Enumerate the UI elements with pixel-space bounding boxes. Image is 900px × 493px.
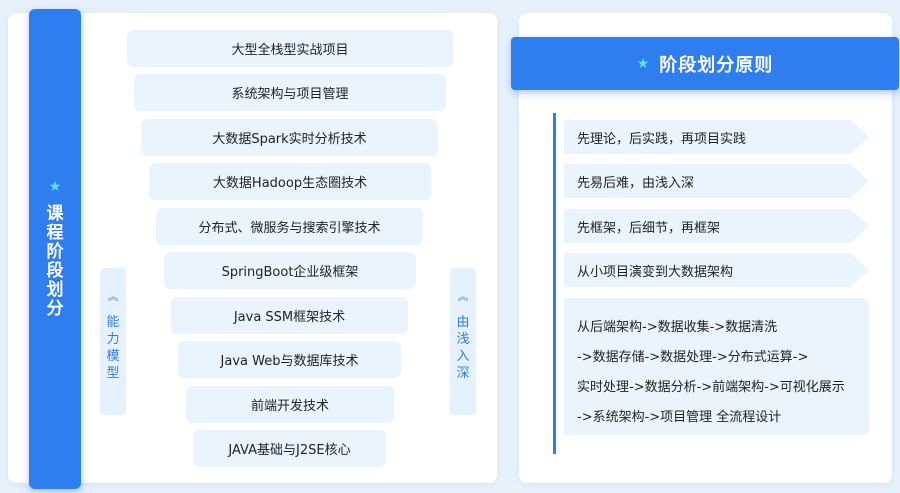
ability-model-tag: ︽ 能力模型 (100, 268, 126, 415)
pyramid-level: 大型全栈型实战项目 (127, 30, 453, 67)
pyramid-level: SpringBoot企业级框架 (164, 252, 416, 289)
chevron-up-icon: ︽ (457, 290, 469, 303)
pyramid-level: 大数据Spark实时分析技术 (141, 119, 438, 156)
pyramid-level: Java SSM框架技术 (171, 297, 408, 334)
principle-item: 先框架，后细节，再框架 (564, 209, 869, 243)
principles-header: ★ 阶段划分原则 (511, 37, 899, 90)
pyramid-level: Java Web与数据库技术 (178, 341, 401, 378)
star-icon: ★ (636, 55, 650, 72)
divider-line (553, 113, 556, 454)
pyramid-level: JAVA基础与J2SE核心 (193, 430, 386, 467)
summary-line: 从后端架构->数据收集->数据清洗 (577, 320, 778, 335)
star-icon: ★ (48, 179, 62, 195)
ability-model-label: 能力模型 (106, 315, 120, 381)
summary-line: ->系统架构->项目管理 全流程设计 (577, 410, 782, 425)
pyramid-level: 分布式、微服务与搜索引擎技术 (156, 208, 423, 245)
progression-tag: ︽ 由浅入深 (450, 268, 476, 415)
pyramid-level: 系统架构与项目管理 (134, 74, 446, 111)
course-stage-title: 课程阶段划分 (46, 204, 64, 319)
pyramid-level: 前端开发技术 (186, 386, 394, 423)
summary-line: 实时处理->数据分析->前端架构->可视化展示 (577, 380, 845, 395)
summary-line: ->数据存储->数据处理->分布式运算-> (577, 350, 809, 365)
principles-title: 阶段划分原则 (659, 54, 774, 76)
progression-label: 由浅入深 (456, 315, 470, 381)
principle-item: 从小项目演变到大数据架构 (564, 253, 869, 287)
principle-item: 先易后难，由浅入深 (564, 164, 869, 198)
pyramid-level: 大数据Hadoop生态圈技术 (149, 163, 431, 200)
chevron-up-icon: ︽ (107, 290, 119, 303)
architecture-summary: 从后端架构->数据收集->数据清洗 ->数据存储->数据处理->分布式运算-> … (564, 298, 869, 435)
course-stage-banner: ★ 课程阶段划分 (29, 9, 81, 489)
principle-item: 先理论，后实践，再项目实践 (564, 120, 869, 154)
